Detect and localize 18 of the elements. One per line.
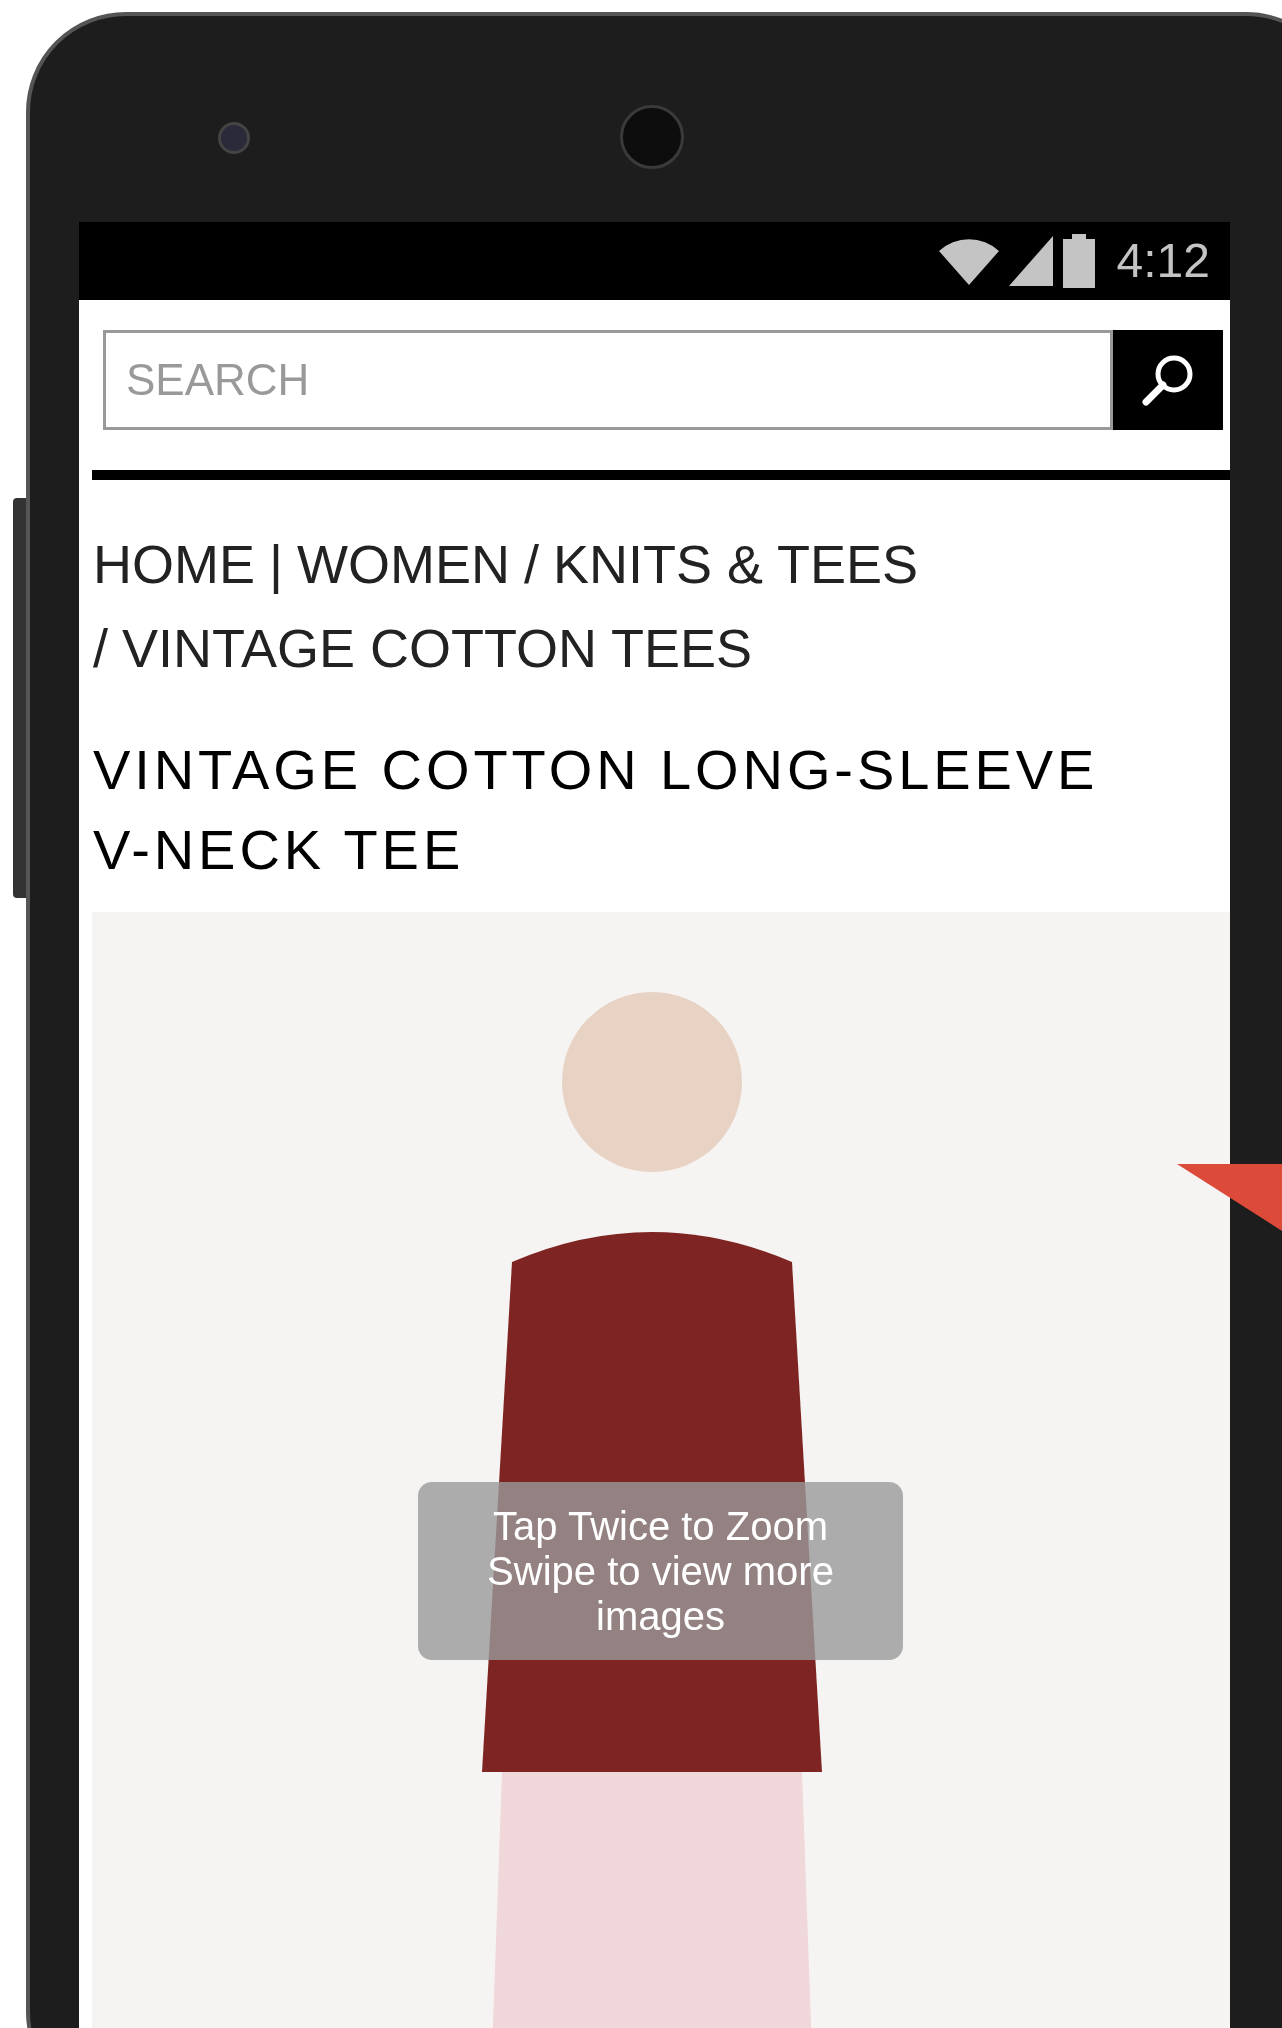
breadcrumb-link[interactable]: VINTAGE COTTON TEES (122, 606, 753, 690)
product-title: VINTAGE COTTON LONG-SLEEVE V-NECK TEE (92, 737, 1100, 883)
battery-icon (1062, 234, 1095, 288)
pointer-triangle-icon (1177, 1164, 1282, 1231)
signal-icon (1008, 236, 1053, 286)
breadcrumb-link[interactable]: KNITS & TEES (553, 522, 919, 606)
breadcrumb-separator: | (269, 533, 284, 596)
breadcrumb-link[interactable]: WOMEN (297, 522, 510, 606)
hint-text: Tap Twice to Zoom (493, 1503, 828, 1549)
breadcrumb-separator: / (93, 617, 108, 680)
camera-icon (218, 122, 250, 154)
wifi-icon (938, 237, 999, 285)
search-button[interactable] (1113, 330, 1223, 430)
clock-time: 4:12 (1116, 233, 1210, 289)
breadcrumb-separator: / (524, 533, 539, 596)
breadcrumb-link[interactable]: HOME (93, 522, 255, 606)
search-field[interactable]: SEARCH (103, 330, 1113, 430)
hint-text: Swipe to view more images (486, 1548, 835, 1639)
